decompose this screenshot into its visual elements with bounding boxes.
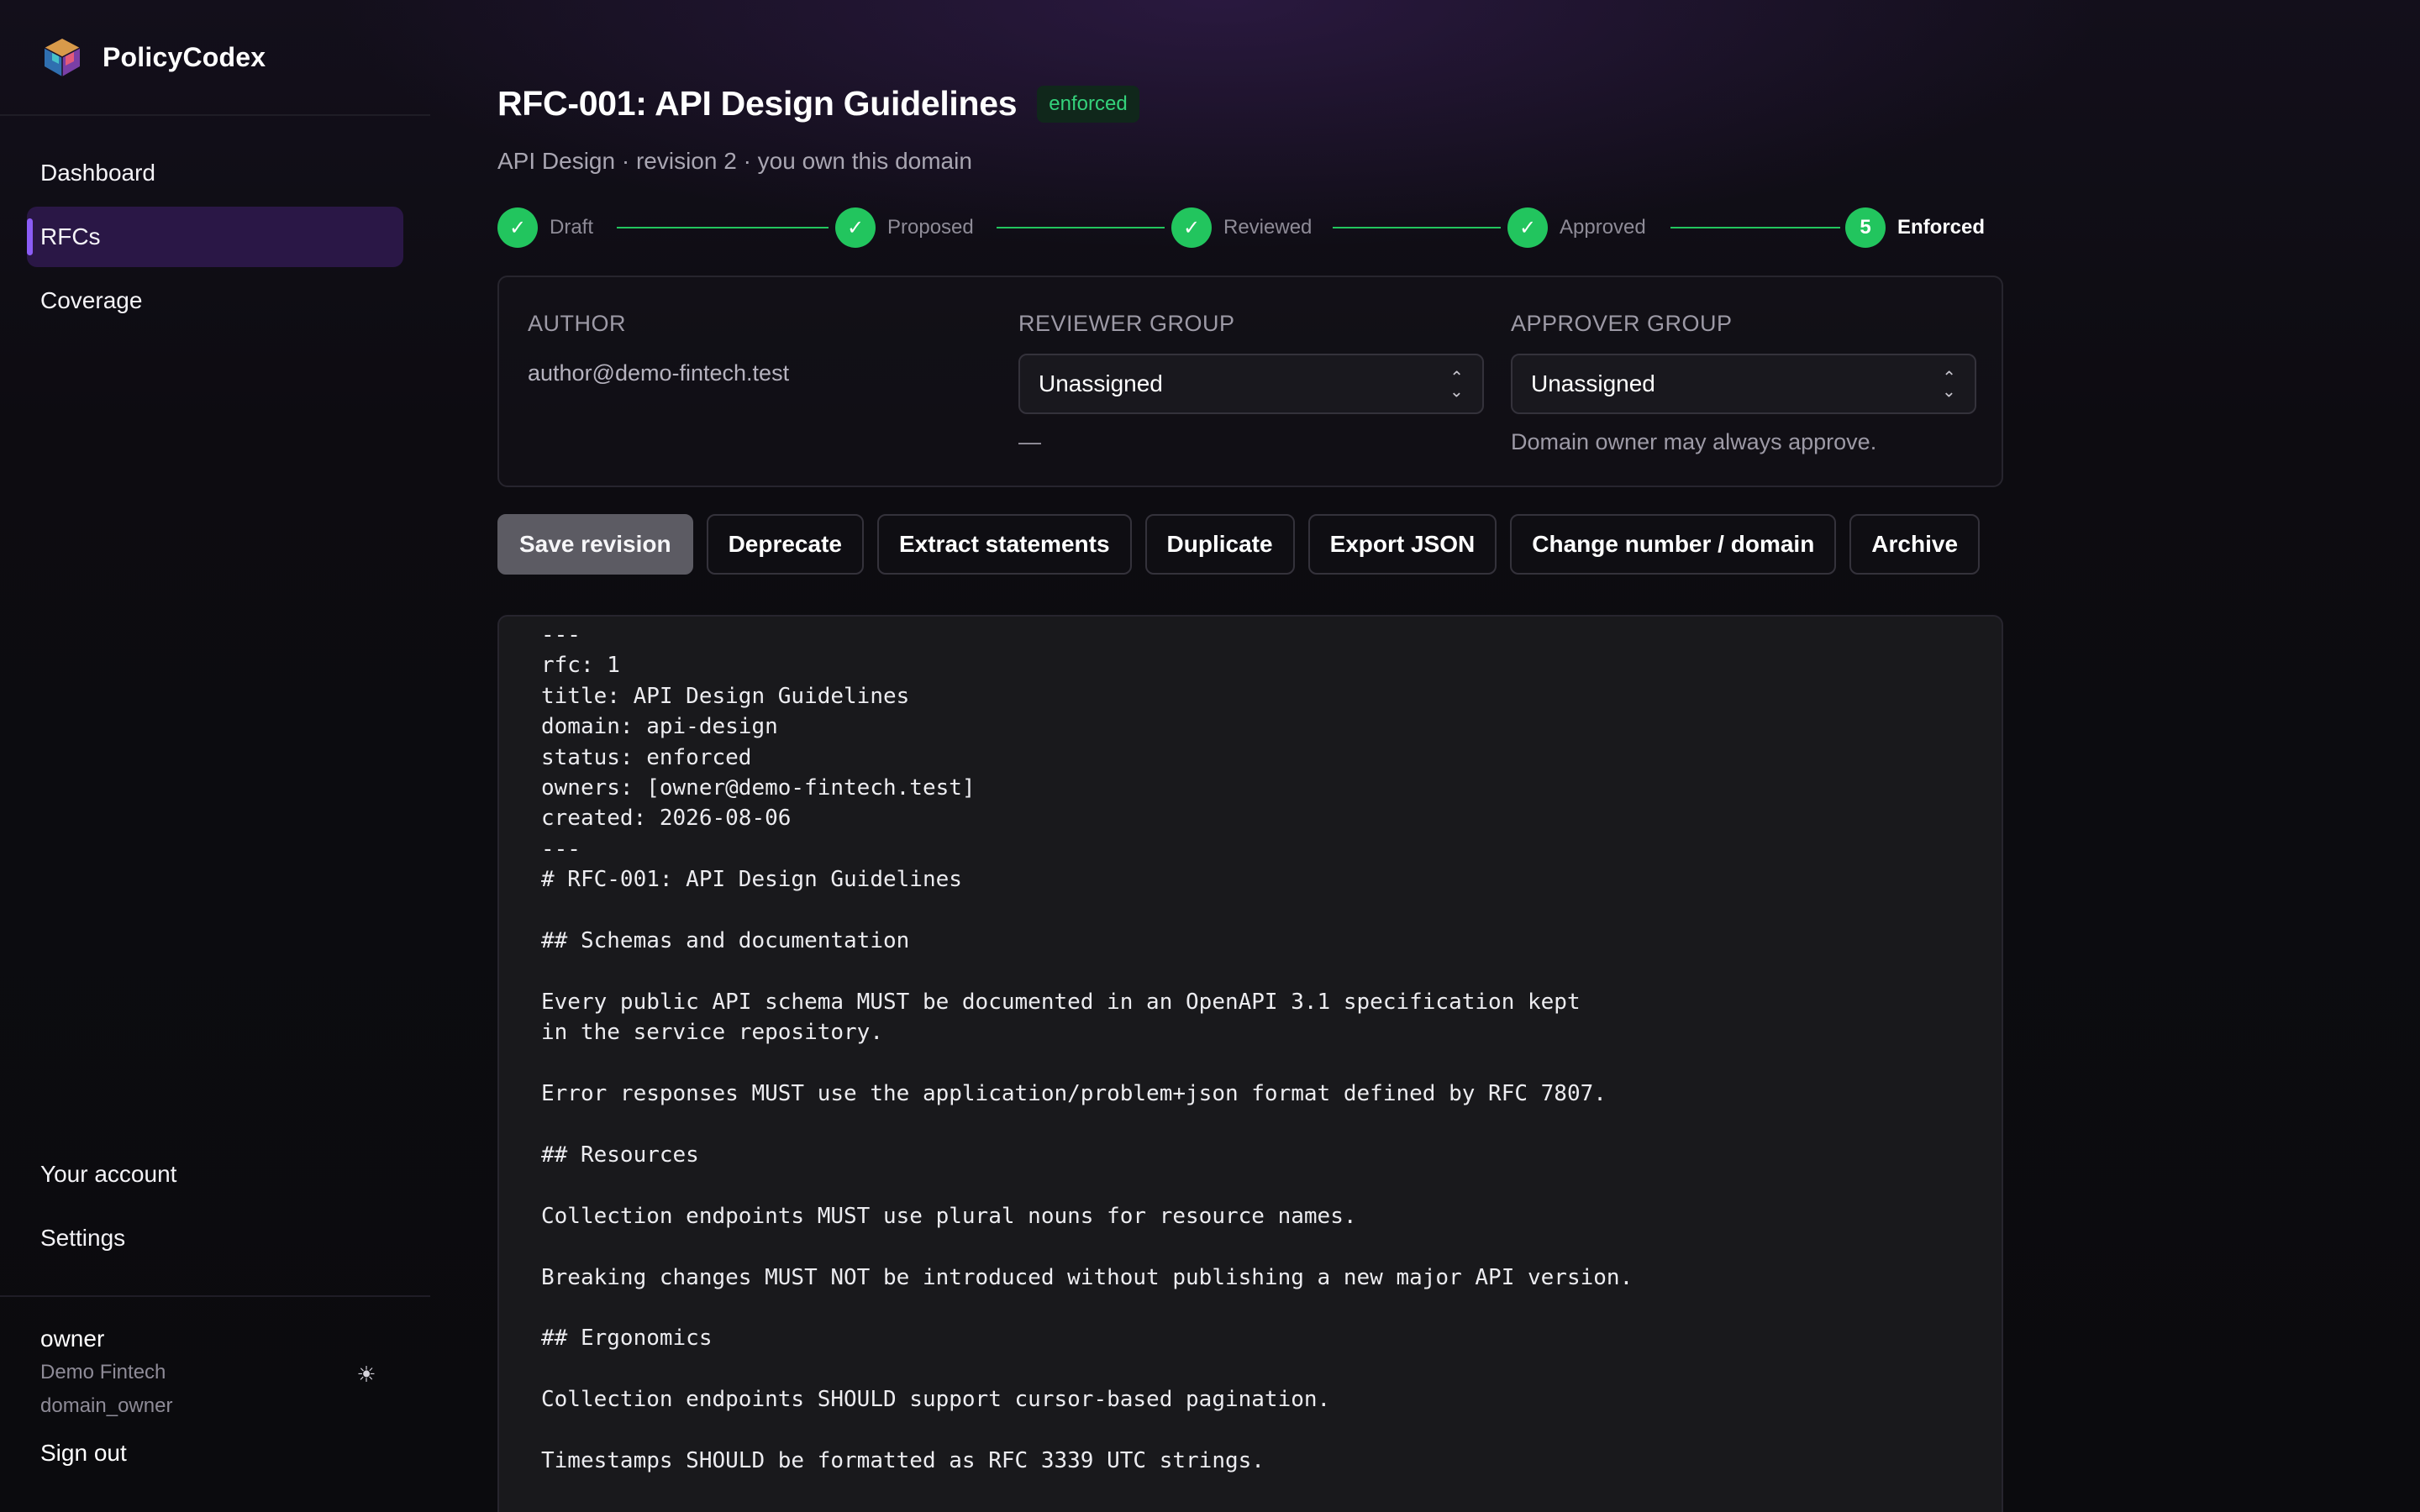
- step-label: Approved: [1560, 216, 1646, 239]
- brand[interactable]: PolicyCodex: [40, 34, 266, 81]
- page-subtitle: API Design · revision 2 · you own this d…: [497, 148, 972, 174]
- chevron-up-down-icon: ⌃ ⌃: [1942, 369, 1956, 399]
- status-badge: enforced: [1037, 85, 1139, 123]
- reviewer-group-hint: —: [1018, 429, 1041, 454]
- sidebar-item-your-account[interactable]: Your account: [27, 1144, 403, 1205]
- reviewer-group-label: REVIEWER GROUP: [1018, 311, 1235, 336]
- step-reviewed: ✓ Reviewed: [1171, 207, 1312, 249]
- check-icon: ✓: [835, 207, 876, 248]
- editor-content[interactable]: --- rfc: 1 title: API Design Guidelines …: [541, 620, 1633, 1476]
- user-name: owner: [40, 1326, 105, 1352]
- step-number: 5: [1845, 207, 1886, 248]
- approver-group-field: APPROVER GROUP Unassigned ⌃ ⌃ Domain owne…: [1511, 311, 1976, 455]
- step-draft: ✓ Draft: [497, 207, 593, 249]
- cube-logo-icon: [44, 39, 81, 76]
- step-connector: [1670, 227, 1840, 228]
- sidebar-item-settings[interactable]: Settings: [27, 1208, 403, 1268]
- page-title: RFC-001: API Design Guidelines: [497, 84, 1018, 123]
- user-role: domain_owner: [40, 1394, 173, 1417]
- step-enforced: 5 Enforced: [1845, 207, 1985, 249]
- sidebar-item-coverage[interactable]: Coverage: [27, 270, 403, 331]
- reviewer-group-field: REVIEWER GROUP Unassigned ⌃ ⌃ —: [1018, 311, 1484, 455]
- step-connector: [617, 227, 829, 228]
- deprecate-button[interactable]: Deprecate: [706, 514, 864, 575]
- change-number-domain-button[interactable]: Change number / domain: [1510, 514, 1837, 575]
- sun-icon[interactable]: ☀: [351, 1359, 381, 1389]
- lifecycle-stepper: ✓ Draft ✓ Proposed ✓ Reviewed ✓ Approved…: [497, 207, 1985, 249]
- main-content: RFC-001: API Design Guidelines enforced …: [497, 0, 2003, 1512]
- brand-name: PolicyCodex: [103, 41, 266, 72]
- step-connector: [997, 227, 1165, 228]
- export-json-button[interactable]: Export JSON: [1307, 514, 1497, 575]
- reviewer-group-select[interactable]: Unassigned ⌃ ⌃: [1018, 354, 1484, 414]
- save-revision-button[interactable]: Save revision: [497, 514, 693, 575]
- reviewer-group-value: Unassigned: [1039, 370, 1163, 396]
- archive-button[interactable]: Archive: [1849, 514, 1981, 575]
- action-toolbar: Save revision Deprecate Extract statemen…: [497, 514, 1981, 575]
- sidebar: PolicyCodex Dashboard RFCs Coverage Your…: [0, 0, 430, 1512]
- duplicate-button[interactable]: Duplicate: [1144, 514, 1295, 575]
- step-proposed: ✓ Proposed: [835, 207, 974, 249]
- sidebar-divider-bottom: [0, 1295, 430, 1297]
- step-label: Draft: [550, 216, 594, 239]
- approver-group-hint: Domain owner may always approve.: [1511, 429, 1877, 454]
- approver-group-value: Unassigned: [1531, 370, 1655, 396]
- user-org: Demo Fintech: [40, 1361, 166, 1383]
- step-label: Reviewed: [1223, 216, 1313, 239]
- sidebar-divider-top: [0, 114, 430, 116]
- check-icon: ✓: [1507, 207, 1548, 248]
- check-icon: ✓: [1171, 207, 1212, 248]
- title-row: RFC-001: API Design Guidelines enforced: [497, 84, 1139, 123]
- author-field: AUTHOR author@demo-fintech.test: [528, 311, 789, 386]
- rfc-meta-card: AUTHOR author@demo-fintech.test REVIEWER…: [497, 276, 2003, 487]
- check-icon: ✓: [497, 207, 538, 248]
- approver-group-select[interactable]: Unassigned ⌃ ⌃: [1511, 354, 1976, 414]
- sidebar-item-dashboard[interactable]: Dashboard: [27, 143, 403, 203]
- step-connector: [1333, 227, 1501, 228]
- author-label: AUTHOR: [528, 311, 626, 336]
- chevron-up-down-icon: ⌃ ⌃: [1449, 369, 1464, 399]
- step-label: Enforced: [1897, 216, 1986, 239]
- sign-out-link[interactable]: Sign out: [40, 1440, 127, 1467]
- sidebar-item-rfcs[interactable]: RFCs: [27, 207, 403, 267]
- step-approved: ✓ Approved: [1507, 207, 1646, 249]
- approver-group-label: APPROVER GROUP: [1511, 311, 1733, 336]
- extract-statements-button[interactable]: Extract statements: [876, 514, 1132, 575]
- step-label: Proposed: [887, 216, 974, 239]
- author-value: author@demo-fintech.test: [528, 360, 790, 386]
- app-root: PolicyCodex Dashboard RFCs Coverage Your…: [0, 0, 2420, 1512]
- rfc-markdown-editor[interactable]: --- rfc: 1 title: API Design Guidelines …: [497, 615, 2003, 1512]
